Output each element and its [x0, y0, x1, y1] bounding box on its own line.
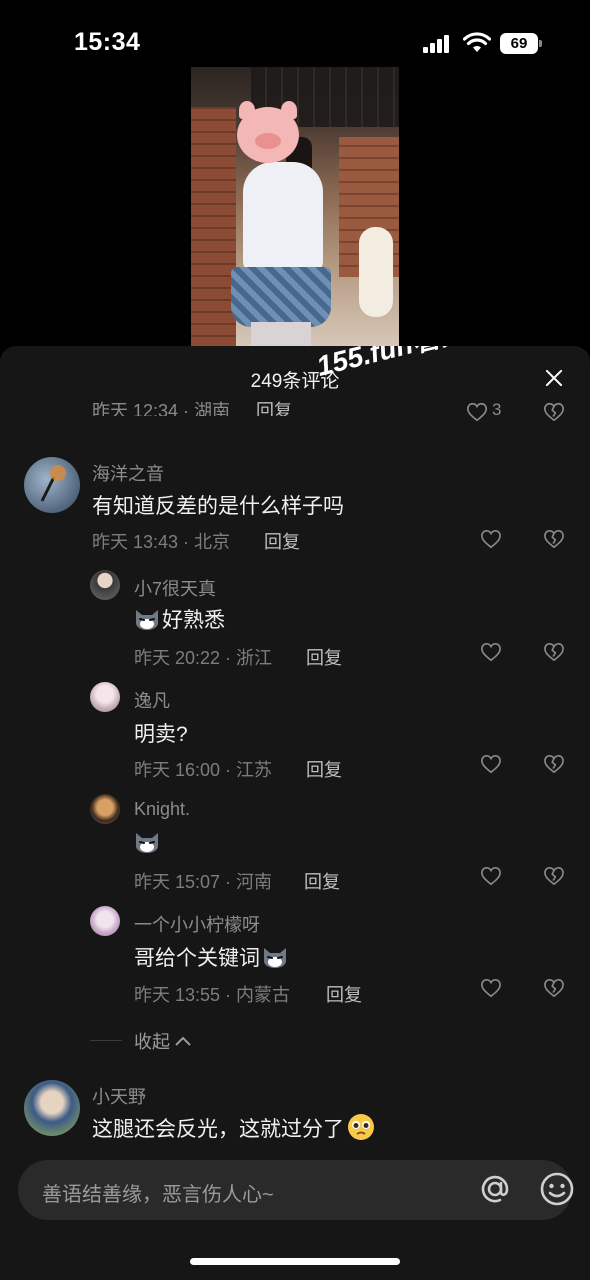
- heart-icon[interactable]: [480, 754, 502, 774]
- cat-emoji: [136, 833, 158, 853]
- comment-username[interactable]: 小天野: [92, 1083, 146, 1109]
- video-thumbnail[interactable]: [191, 67, 399, 352]
- broken-heart-icon[interactable]: [543, 642, 565, 662]
- comment-text: 哥给个关键词: [134, 942, 290, 972]
- comment-text: 这腿还会反光，这就过分了: [92, 1112, 376, 1143]
- comment-username[interactable]: 一个小小柠檬呀: [134, 911, 260, 937]
- chevron-up-icon: [175, 1036, 191, 1046]
- avatar[interactable]: [90, 570, 120, 600]
- status-time: 15:34: [74, 28, 141, 56]
- comment-username[interactable]: 逸凡: [134, 687, 170, 713]
- comment-input-bar[interactable]: 善语结善缘，恶言伤人心~: [18, 1160, 574, 1220]
- reply-button[interactable]: 回复: [326, 981, 362, 1007]
- comment-meta: 昨天 15:07 · 河南: [134, 872, 273, 892]
- wifi-icon: [463, 32, 491, 52]
- heart-icon[interactable]: [466, 401, 488, 423]
- avatar[interactable]: [90, 794, 120, 824]
- comment-sheet: 249条评论 昨天 12:34 · 湖南回复 3 155.fun看完整版 海洋之…: [0, 346, 590, 1280]
- broken-heart-icon[interactable]: [543, 529, 565, 549]
- heart-icon[interactable]: [480, 529, 502, 549]
- avatar[interactable]: [24, 1080, 80, 1136]
- comment-username[interactable]: Knight.: [134, 799, 190, 820]
- comment-meta: 昨天 16:00 · 江苏: [134, 760, 273, 780]
- signal-icon: [423, 35, 453, 53]
- reply-button[interactable]: 回复: [304, 868, 340, 894]
- heart-icon[interactable]: [480, 978, 502, 998]
- at-icon[interactable]: [476, 1170, 514, 1208]
- cat-emoji: [136, 610, 158, 630]
- broken-heart-icon[interactable]: [543, 978, 565, 998]
- pig-face-sticker: [237, 101, 299, 163]
- heart-icon[interactable]: [480, 642, 502, 662]
- reply-button[interactable]: 回复: [306, 644, 342, 670]
- comment-text: 明卖?: [134, 723, 188, 746]
- like-count: 3: [492, 400, 502, 419]
- battery-icon: 69: [500, 33, 542, 54]
- comment-username[interactable]: 小7很天真: [134, 575, 216, 601]
- avatar[interactable]: [90, 906, 120, 936]
- reply-button[interactable]: 回复: [256, 401, 292, 416]
- close-icon[interactable]: [540, 364, 568, 392]
- comment-text: [134, 830, 162, 856]
- smile-icon[interactable]: [538, 1170, 576, 1208]
- comment-count-title: 249条评论: [250, 371, 340, 392]
- broken-heart-icon[interactable]: [543, 866, 565, 886]
- reply-button[interactable]: 回复: [264, 528, 300, 554]
- battery-level: 69: [500, 33, 538, 54]
- cat-emoji: [264, 948, 286, 968]
- comment-meta: 昨天 13:55 · 内蒙古: [134, 985, 291, 1005]
- comment-text: 好熟悉: [134, 604, 225, 634]
- avatar[interactable]: [90, 682, 120, 712]
- comment-username[interactable]: 海洋之音: [92, 460, 164, 486]
- broken-heart-icon[interactable]: [543, 754, 565, 774]
- comment-input[interactable]: 善语结善缘，恶言伤人心~: [42, 1178, 274, 1207]
- heart-icon[interactable]: [480, 866, 502, 886]
- avatar[interactable]: [24, 457, 80, 513]
- comment-text: 有知道反差的是什么样子吗: [92, 495, 344, 518]
- broken-heart-icon[interactable]: [543, 401, 565, 423]
- comment-meta: 昨天 20:22 · 浙江: [134, 648, 273, 668]
- comment-meta: 昨天 12:34 · 湖南 回复: [92, 398, 292, 416]
- comment-meta: 昨天 13:43 · 北京: [92, 532, 231, 552]
- pleading-face-emoji: [348, 1114, 374, 1140]
- reply-button[interactable]: 回复: [306, 756, 342, 782]
- home-indicator[interactable]: [190, 1258, 400, 1265]
